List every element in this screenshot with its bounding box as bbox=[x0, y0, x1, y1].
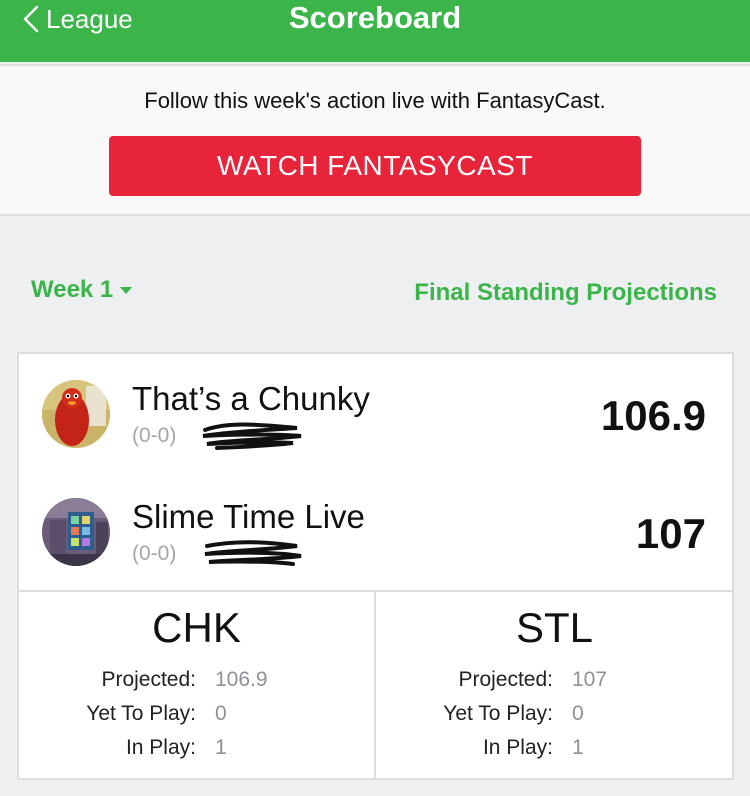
stat-label: Yet To Play: bbox=[443, 702, 553, 725]
redaction-scribble bbox=[204, 540, 302, 566]
team-name: That’s a Chunky bbox=[132, 380, 370, 417]
matchup-card[interactable]: That’s a Chunky (0-0) 106.9 Slime Time L… bbox=[17, 352, 734, 780]
redaction-scribble bbox=[202, 422, 302, 450]
team-score: 107 bbox=[635, 510, 706, 557]
stat-value: 0 bbox=[215, 702, 227, 725]
matchup-stats: CHK Projected: 106.9 Yet To Play: 0 In P… bbox=[19, 590, 733, 780]
in-play-stat: In Play: 1 bbox=[376, 736, 733, 766]
team-avatar-slime-icon bbox=[42, 498, 110, 566]
final-standing-projections-link[interactable]: Final Standing Projections bbox=[414, 279, 717, 307]
team-record: (0-0) bbox=[132, 542, 177, 565]
page-title: Scoreboard bbox=[288, 0, 462, 35]
stat-value: 106.9 bbox=[215, 668, 268, 691]
caret-down-icon bbox=[120, 287, 133, 294]
team-abbreviation: CHK bbox=[152, 604, 241, 651]
yet-to-play-stat: Yet To Play: 0 bbox=[376, 702, 733, 732]
team-stats-stl: STL Projected: 107 Yet To Play: 0 In Pla… bbox=[376, 592, 733, 780]
promo-text: Follow this week's action live with Fant… bbox=[144, 88, 606, 113]
week-selector[interactable]: Week 1 bbox=[31, 276, 133, 304]
team-row[interactable]: That’s a Chunky (0-0) 106.9 bbox=[19, 374, 732, 492]
stat-label: Projected: bbox=[101, 668, 196, 691]
stat-label: In Play: bbox=[125, 736, 196, 759]
team-record: (0-0) bbox=[132, 424, 177, 447]
projected-stat: Projected: 106.9 bbox=[19, 668, 376, 698]
yet-to-play-stat: Yet To Play: 0 bbox=[19, 702, 376, 732]
team-avatar-red-icon bbox=[42, 380, 110, 448]
week-label: Week 1 bbox=[31, 276, 114, 303]
stat-value: 1 bbox=[215, 736, 227, 759]
stat-value: 0 bbox=[572, 702, 584, 725]
stat-label: In Play: bbox=[482, 736, 553, 759]
in-play-stat: In Play: 1 bbox=[19, 736, 376, 766]
stat-label: Yet To Play: bbox=[86, 702, 196, 725]
projected-stat: Projected: 107 bbox=[376, 668, 733, 698]
team-abbreviation: STL bbox=[515, 604, 594, 651]
fantasycast-promo: Follow this week's action live with Fant… bbox=[0, 64, 750, 216]
stat-value: 1 bbox=[572, 736, 584, 759]
stat-value: 107 bbox=[572, 668, 608, 691]
team-stats-chk: CHK Projected: 106.9 Yet To Play: 0 In P… bbox=[19, 592, 376, 780]
nav-header: League Scoreboard bbox=[0, 0, 750, 62]
stat-label: Projected: bbox=[458, 668, 553, 691]
team-score: 106.9 bbox=[600, 392, 706, 439]
team-name: Slime Time Live bbox=[132, 498, 365, 535]
watch-fantasycast-button[interactable]: WATCH FANTASYCAST bbox=[109, 136, 641, 196]
